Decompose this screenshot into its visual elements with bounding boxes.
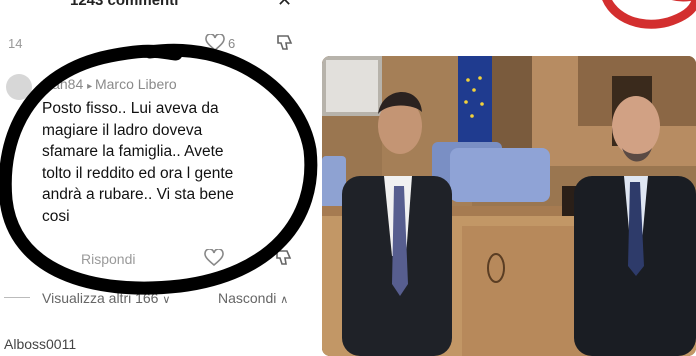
comment-line: tolto il reddito ed ora l gente	[42, 164, 234, 182]
news-photo	[322, 56, 696, 356]
comment-line: sfamare la famiglia.. Avete	[42, 143, 224, 160]
comment-text: Posto fisso.. Lui aveva da magiare il la…	[42, 98, 300, 227]
view-more-replies-button[interactable]: Visualizza altri 166 ∨	[42, 290, 170, 306]
divider	[4, 297, 30, 298]
reply-arrow-icon: ▸	[87, 81, 95, 92]
comment-line: magiare il ladro doveva	[42, 121, 203, 139]
like-count: 6	[228, 36, 236, 51]
comment-meta: Dan84 ▸ Marco Libero	[42, 76, 177, 92]
close-icon[interactable]: ✕	[277, 0, 292, 11]
avatar[interactable]	[6, 74, 32, 100]
comments-title: 1243 commenti	[70, 0, 179, 9]
logo-arc	[602, 0, 696, 29]
hide-label: Nascondi	[218, 290, 277, 306]
comment-username[interactable]: Dan84	[42, 76, 83, 92]
heart-icon[interactable]	[205, 34, 225, 52]
hide-replies-button[interactable]: Nascondi ∧	[218, 290, 288, 306]
chevron-down-icon: ∨	[162, 294, 171, 306]
comments-panel: 1243 commenti ✕ 14 6 Dan84 ▸ Marco Liber…	[0, 0, 318, 356]
previous-comment-fragment: 14	[8, 36, 23, 51]
next-comment-username[interactable]: Alboss0011	[4, 336, 76, 352]
chevron-up-icon: ∧	[280, 294, 289, 306]
comment-line: andrà a rubare.. Vi sta bene	[42, 186, 234, 203]
comment-line: cosi	[42, 207, 70, 225]
dislike-icon[interactable]	[274, 248, 294, 268]
dislike-icon[interactable]	[275, 33, 295, 53]
reply-button[interactable]: Rispondi	[81, 251, 135, 267]
heart-icon[interactable]	[204, 249, 224, 267]
reply-to-username[interactable]: Marco Libero	[95, 76, 177, 92]
comment-line: Posto fisso.. Lui aveva da	[42, 100, 219, 117]
photo-panel	[318, 0, 696, 356]
view-more-label: Visualizza altri 166	[42, 290, 159, 306]
